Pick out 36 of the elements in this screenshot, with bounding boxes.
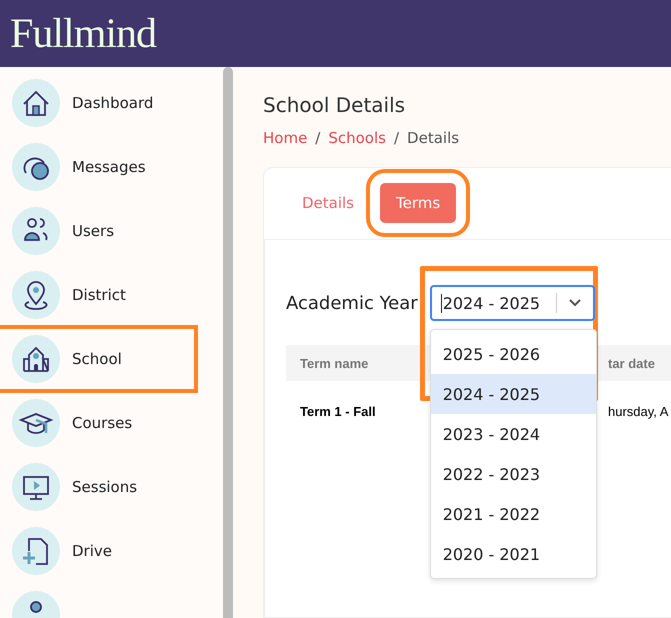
file-icon: [12, 527, 60, 575]
breadcrumb-link[interactable]: Schools: [328, 129, 386, 147]
home-icon: [12, 79, 60, 127]
users-icon: [12, 207, 60, 255]
sidebar-item[interactable]: District: [12, 271, 223, 319]
dropdown-option[interactable]: 2020 - 2021: [430, 534, 596, 574]
dropdown-option[interactable]: 2023 - 2024: [430, 414, 596, 454]
app-logo: Fullmind: [10, 10, 156, 58]
dropdown-option[interactable]: 2021 - 2022: [430, 494, 596, 534]
column-header: tar date: [608, 356, 655, 370]
table-cell-text: Term 1 - Fall: [299, 404, 376, 418]
monitor-icon: [12, 463, 60, 511]
sidebar-item[interactable]: Courses: [12, 399, 223, 447]
school-icon: [12, 335, 60, 383]
sidebar-item[interactable]: Dashboard: [12, 79, 223, 127]
column-header: Term name: [299, 356, 368, 370]
dropdown-option[interactable]: 2025 - 2026: [430, 334, 596, 374]
year-select[interactable]: 2024 - 2025: [430, 285, 595, 321]
breadcrumb-link[interactable]: Home: [263, 129, 308, 147]
dropdown-option[interactable]: 2022 - 2023: [430, 454, 596, 494]
sidebar-item[interactable]: Messages: [12, 143, 223, 191]
sidebar-item[interactable]: Sessions: [12, 463, 223, 511]
sidebar-item[interactable]: Users: [12, 207, 223, 255]
scrollbar[interactable]: [223, 67, 233, 618]
field-label: Academic Year: [286, 292, 418, 314]
graduation-cap-icon: [12, 399, 60, 447]
page-title: School Details: [263, 93, 406, 117]
sidebar-item[interactable]: Drive: [12, 527, 223, 575]
location-pin-icon: [12, 271, 60, 319]
chat-bubbles-icon: [12, 143, 60, 191]
table-cell: hursday, A: [608, 404, 668, 418]
dropdown-option[interactable]: 2024 - 2025: [430, 374, 596, 414]
breadcrumb-separator: /: [394, 129, 400, 147]
sidebar-item[interactable]: School: [5, 335, 188, 383]
breadcrumb-separator: /: [315, 129, 320, 147]
breadcrumb-current: Details: [407, 129, 460, 147]
